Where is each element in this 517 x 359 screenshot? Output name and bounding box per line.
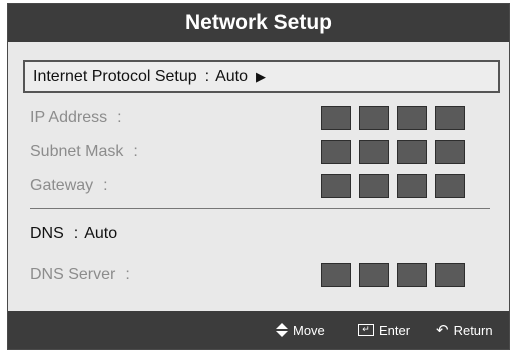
- octet-box: [397, 106, 427, 130]
- octet-box: [435, 263, 465, 287]
- internet-protocol-setup-label: Internet Protocol Setup: [33, 67, 197, 85]
- up-down-arrows-icon: [276, 323, 288, 337]
- octet-box: [321, 140, 351, 164]
- dns-server-row: DNS Server :: [30, 262, 490, 288]
- internet-protocol-setup-value: Auto: [215, 67, 249, 85]
- dialog-title: Network Setup: [8, 4, 509, 42]
- subnet-mask-row: Subnet Mask :: [30, 139, 490, 165]
- separator: :: [204, 67, 210, 85]
- octet-box: [359, 106, 389, 130]
- octet-box: [359, 174, 389, 198]
- octet-box: [321, 106, 351, 130]
- separator: :: [103, 177, 108, 194]
- right-triangle-icon: ▶: [256, 68, 267, 84]
- octet-box: [321, 174, 351, 198]
- section-divider: [30, 208, 490, 209]
- octet-box: [435, 106, 465, 130]
- network-setup-dialog: Network Setup Internet Protocol Setup : …: [7, 3, 510, 350]
- move-hint: Move: [276, 311, 325, 349]
- octet-box: [321, 263, 351, 287]
- separator: :: [73, 225, 79, 242]
- octet-box: [435, 140, 465, 164]
- gateway-label: Gateway: [30, 177, 94, 194]
- gateway-row: Gateway :: [30, 173, 490, 199]
- footer-hint-bar: Move ↵ Enter ↶ Return: [8, 311, 509, 349]
- enter-label: Enter: [379, 322, 411, 338]
- dns-value: Auto: [84, 225, 118, 242]
- octet-box: [359, 140, 389, 164]
- octet-box: [397, 263, 427, 287]
- subnet-mask-octets: [321, 140, 465, 164]
- dns-server-label: DNS Server: [30, 266, 116, 283]
- return-label: Return: [453, 322, 493, 338]
- return-arrow-icon: ↶: [436, 322, 449, 339]
- ip-address-row: IP Address :: [30, 105, 490, 131]
- dns-row[interactable]: DNS : Auto: [30, 221, 490, 247]
- ip-address-octets: [321, 106, 465, 130]
- separator: :: [133, 143, 138, 160]
- internet-protocol-setup-row[interactable]: Internet Protocol Setup : Auto ▶: [23, 60, 500, 93]
- dns-label: DNS: [30, 225, 64, 242]
- enter-hint: ↵ Enter: [358, 311, 410, 349]
- dns-server-octets: [321, 263, 465, 287]
- octet-box: [397, 174, 427, 198]
- return-hint: ↶ Return: [436, 311, 493, 349]
- ip-address-label: IP Address: [30, 109, 108, 126]
- enter-key-icon: ↵: [358, 324, 374, 336]
- octet-box: [359, 263, 389, 287]
- octet-box: [397, 140, 427, 164]
- move-label: Move: [293, 322, 325, 338]
- octet-box: [435, 174, 465, 198]
- gateway-octets: [321, 174, 465, 198]
- separator: :: [125, 266, 130, 283]
- subnet-mask-label: Subnet Mask: [30, 143, 124, 160]
- separator: :: [117, 109, 122, 126]
